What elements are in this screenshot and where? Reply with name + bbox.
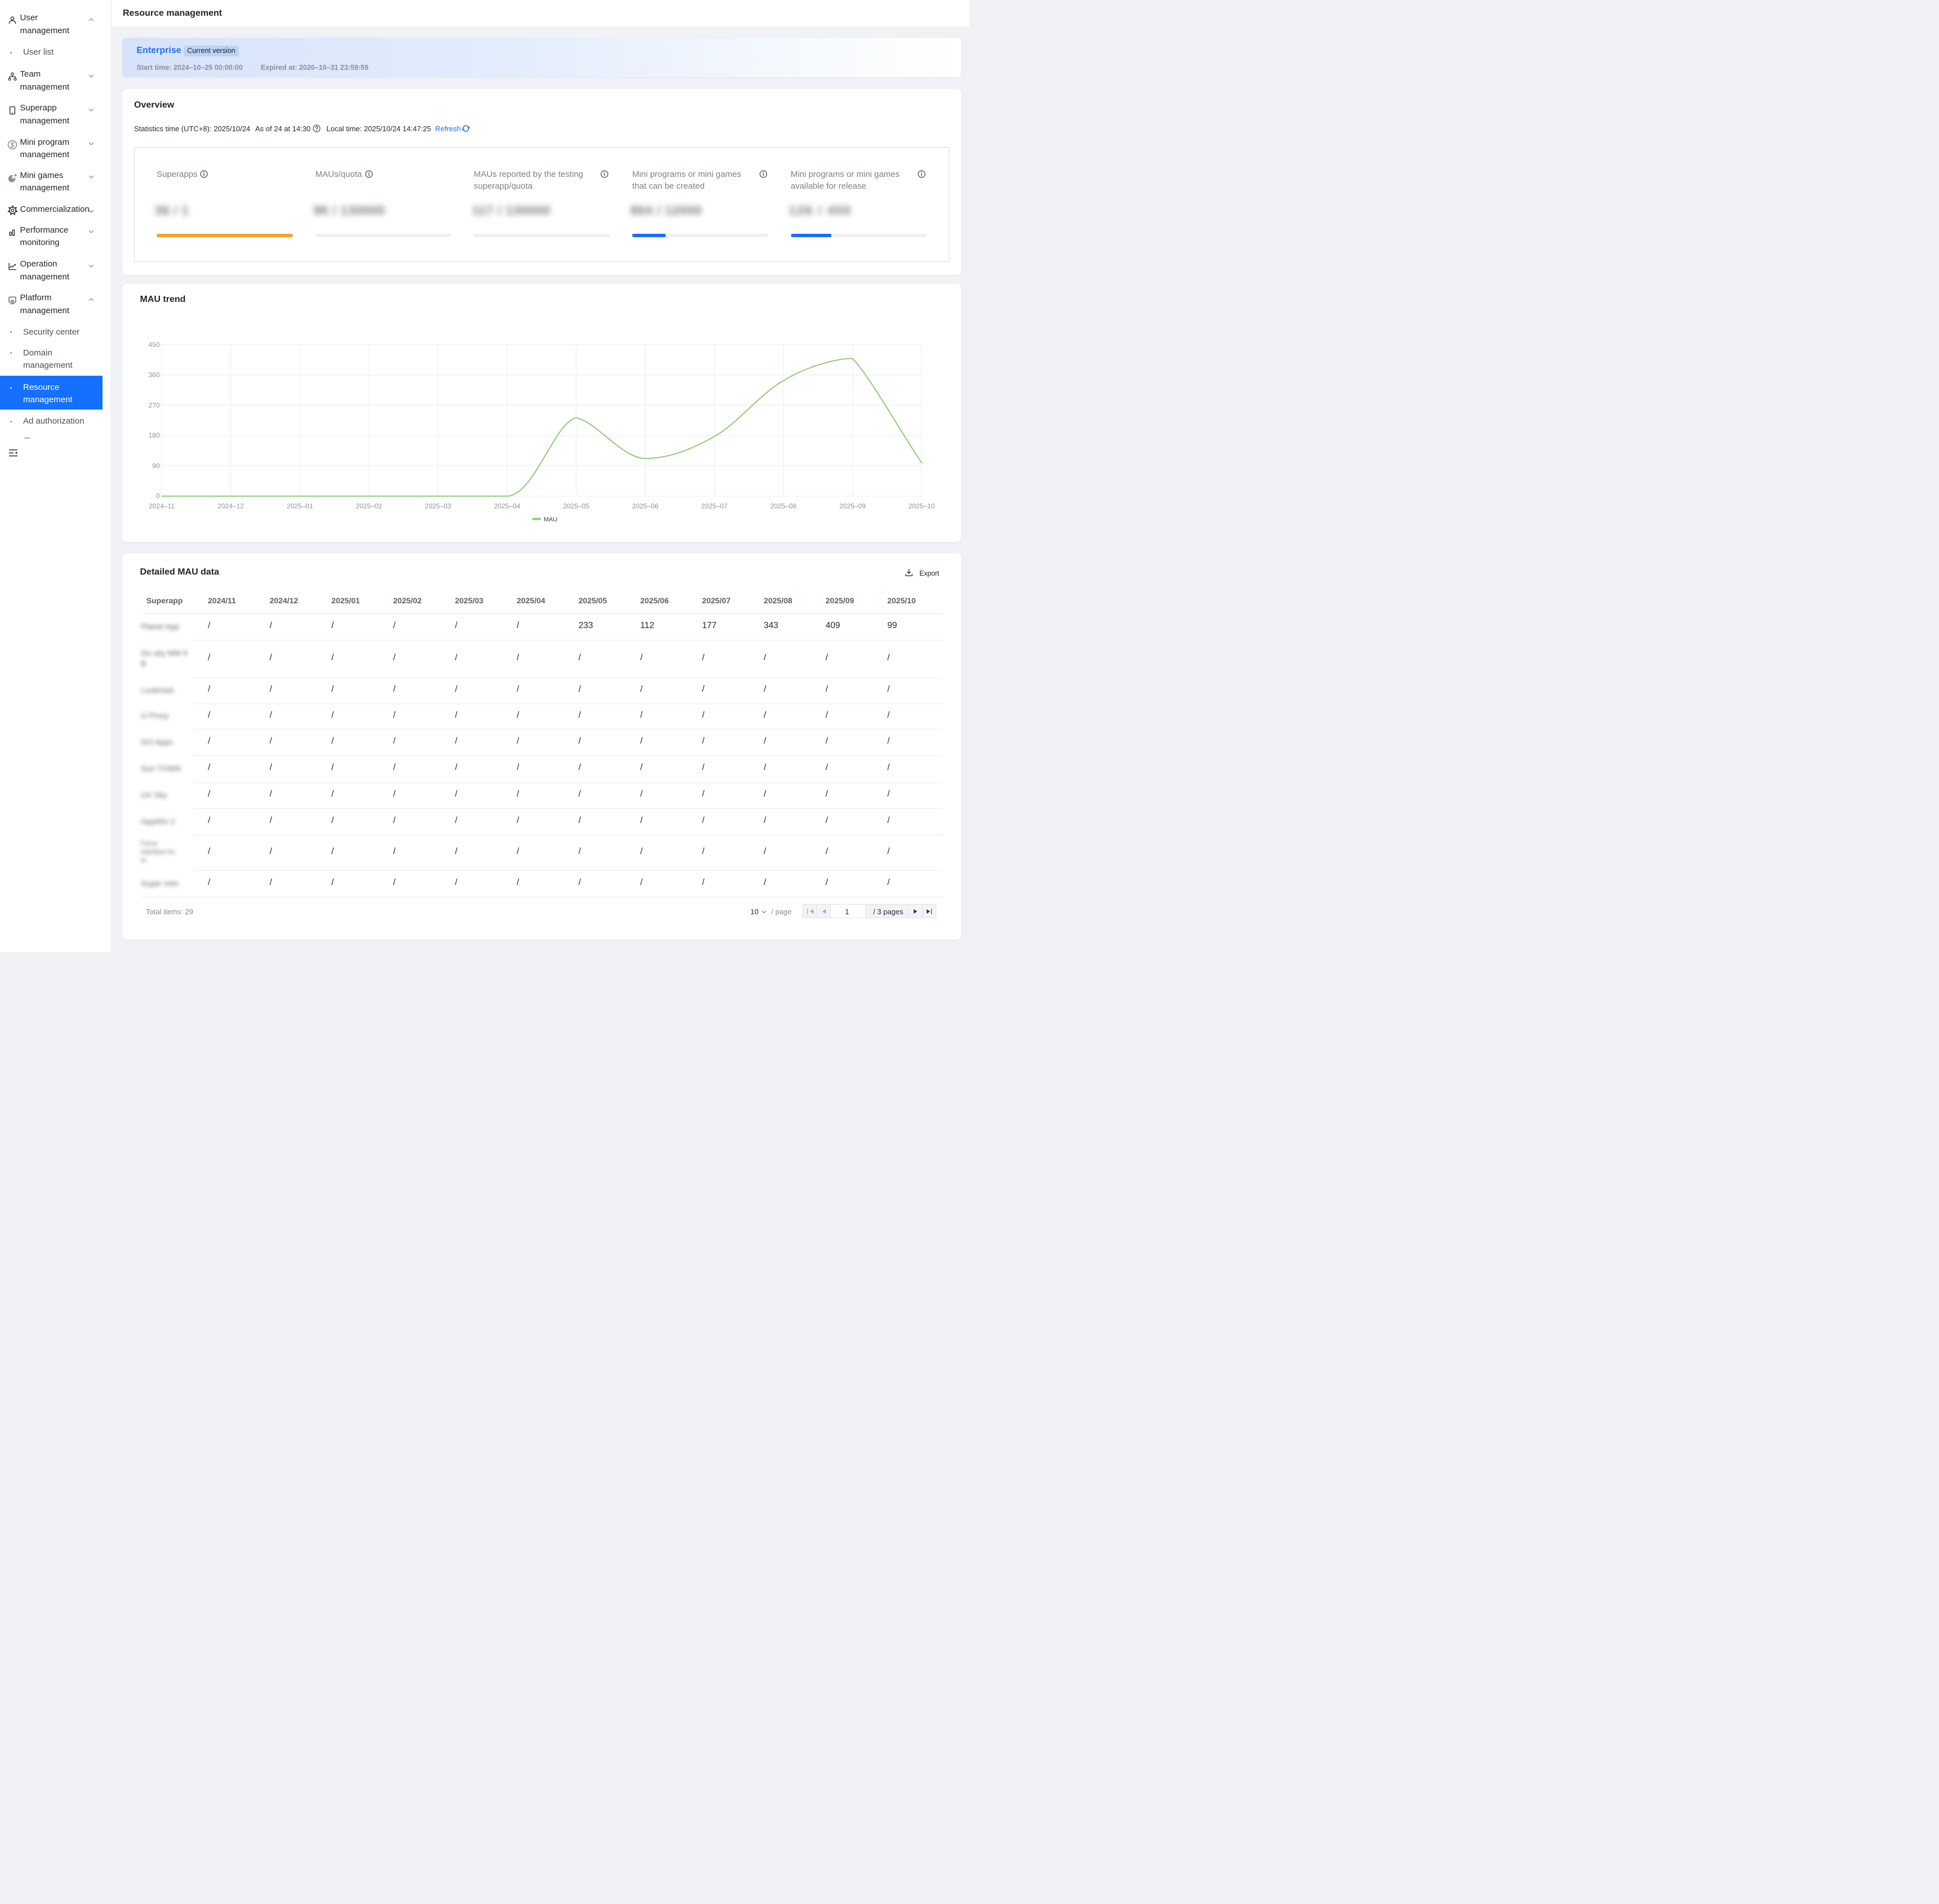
svg-text:2025–01: 2025–01 [287, 502, 313, 510]
svg-text:360: 360 [148, 371, 159, 379]
svg-text:180: 180 [148, 431, 159, 439]
svg-text:0: 0 [156, 492, 160, 500]
svg-text:450: 450 [148, 341, 159, 349]
svg-text:2025–10: 2025–10 [909, 502, 935, 510]
svg-text:2025–05: 2025–05 [563, 502, 589, 510]
svg-text:270: 270 [148, 401, 159, 409]
svg-text:2025–08: 2025–08 [770, 502, 797, 510]
svg-text:2024–12: 2024–12 [217, 502, 244, 510]
svg-text:2025–09: 2025–09 [839, 502, 866, 510]
svg-text:2025–03: 2025–03 [425, 502, 451, 510]
svg-text:2025–07: 2025–07 [701, 502, 728, 510]
svg-text:MAU: MAU [544, 517, 558, 523]
svg-text:2025–06: 2025–06 [632, 502, 659, 510]
svg-text:2024–11: 2024–11 [149, 502, 175, 510]
svg-text:2025–02: 2025–02 [356, 502, 383, 510]
svg-text:90: 90 [152, 462, 160, 470]
svg-text:2025–04: 2025–04 [494, 502, 521, 510]
